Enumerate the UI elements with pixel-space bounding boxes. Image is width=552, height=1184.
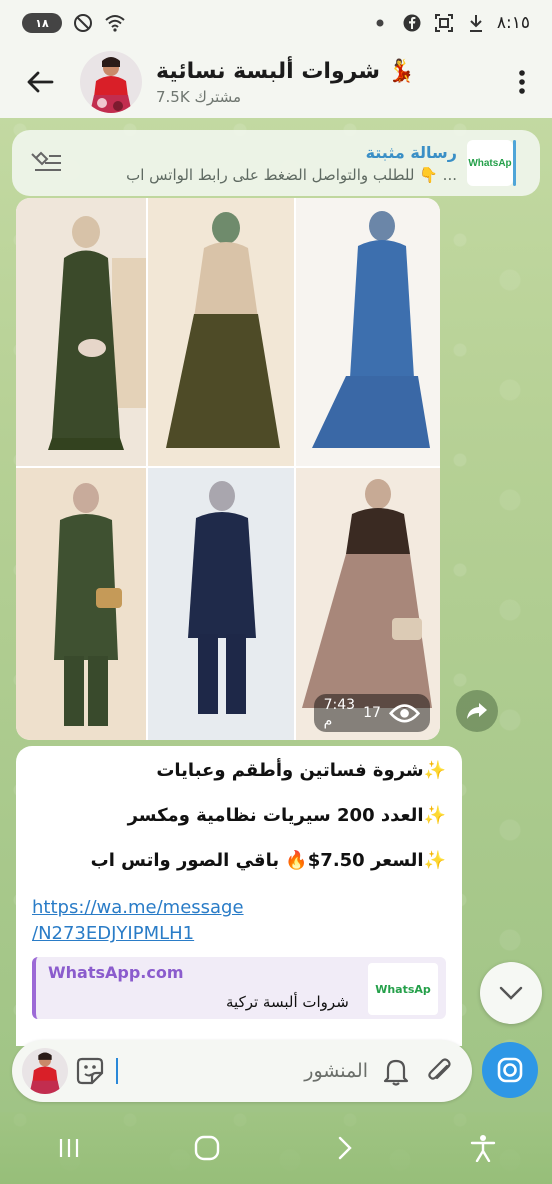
link-preview[interactable]: WhatsApp.com شروات ألبسة تركية WhatsAp <box>32 957 446 1019</box>
message-line: ✨السعر 7.50$🔥 باقي الصور واتس اب <box>90 850 446 871</box>
send-as-avatar[interactable] <box>22 1048 68 1094</box>
clock: ٨:١٥ <box>496 13 530 33</box>
thumb-text: WhatsAp <box>468 157 512 169</box>
accessibility-button[interactable] <box>453 1118 513 1178</box>
message-bubble: ✨شروة فساتين وأطقم وعبايات ✨العدد 200 سي… <box>16 746 462 1046</box>
pinned-body: للطلب والتواصل الضغط على رابط الواتس اب … <box>126 165 457 184</box>
recents-button[interactable] <box>39 1118 99 1178</box>
home-icon <box>194 1135 220 1161</box>
camera-icon <box>497 1057 523 1083</box>
sticker-icon <box>76 1057 104 1085</box>
wifi-icon <box>104 12 126 34</box>
preview-thumbnail: WhatsAp <box>368 963 438 1015</box>
more-options-button[interactable] <box>502 46 542 118</box>
sticker-button[interactable] <box>68 1049 112 1093</box>
share-arrow-icon <box>467 703 487 719</box>
link-part[interactable]: https://wa.me/message <box>32 897 244 918</box>
media-info-badge: 7:43 م 17 <box>313 694 430 732</box>
system-nav-bar <box>0 1112 552 1184</box>
scroll-down-button[interactable] <box>480 962 542 1024</box>
pin-list-icon[interactable] <box>26 143 66 183</box>
chevron-right-icon <box>338 1136 352 1160</box>
arrow-left-icon <box>27 71 54 93</box>
subscriber-count: 7.5K مشترك <box>156 87 242 106</box>
eye-icon <box>388 703 420 723</box>
bell-icon <box>383 1059 409 1086</box>
chevron-down-icon <box>499 986 523 1000</box>
message-input[interactable] <box>118 1049 374 1093</box>
more-vertical-icon <box>519 70 525 94</box>
attach-button[interactable] <box>418 1049 462 1093</box>
photo-olive-jacket-dress[interactable] <box>148 198 294 466</box>
channel-avatar[interactable] <box>80 51 142 113</box>
link-part[interactable]: /N273EDJYIPMLH1 <box>32 923 194 944</box>
photo-brown-dress[interactable]: 7:43 م 17 <box>296 468 440 740</box>
media-album[interactable]: 7:43 م 17 <box>16 198 440 740</box>
whatsapp-link[interactable]: https://wa.me/message /N273EDJYIPMLH1 <box>32 895 446 947</box>
home-button[interactable] <box>177 1118 237 1178</box>
pinned-title: رسالة مثبتة <box>365 142 457 162</box>
pinned-indicator <box>513 140 516 186</box>
paperclip-icon <box>428 1058 451 1080</box>
pinned-message[interactable]: رسالة مثبتة للطلب والتواصل الضغط على راب… <box>12 130 540 196</box>
preview-thumb-text: WhatsAp <box>375 982 431 996</box>
message-line: ✨العدد 200 سيريات نظامية ومكسر <box>127 805 446 826</box>
message-line: ✨شروة فساتين وأطقم وعبايات <box>156 760 446 781</box>
dot-icon <box>369 12 391 34</box>
share-button[interactable] <box>456 690 498 732</box>
preview-title: شروات ألبسة تركية <box>226 993 349 1011</box>
channel-header: شروات ألبسة نسائية 💃 7.5K مشترك <box>0 46 552 118</box>
composer <box>12 1040 472 1102</box>
pinned-thumbnail: WhatsAp <box>467 140 513 186</box>
back-nav-button[interactable] <box>315 1118 375 1178</box>
battery-indicator: ١٨ <box>22 13 62 33</box>
back-button[interactable] <box>0 46 80 118</box>
screenshot-icon <box>433 12 455 34</box>
facebook-icon <box>401 12 423 34</box>
channel-name[interactable]: شروات ألبسة نسائية 💃 <box>156 59 502 84</box>
photo-navy-suit[interactable] <box>148 468 294 740</box>
photo-blue-dress[interactable] <box>296 198 440 466</box>
view-count: 17 <box>363 705 381 721</box>
status-bar: ١٨ ٨:١٥ <box>0 0 552 46</box>
post-time: 7:43 م <box>323 697 356 729</box>
notification-toggle[interactable] <box>374 1049 418 1093</box>
dnd-icon <box>72 12 94 34</box>
camera-button[interactable] <box>482 1042 538 1098</box>
accessibility-icon <box>470 1135 496 1162</box>
recents-icon <box>59 1139 79 1157</box>
photo-green-dress[interactable] <box>16 198 146 466</box>
photo-green-set[interactable] <box>16 468 146 740</box>
download-icon <box>465 12 487 34</box>
